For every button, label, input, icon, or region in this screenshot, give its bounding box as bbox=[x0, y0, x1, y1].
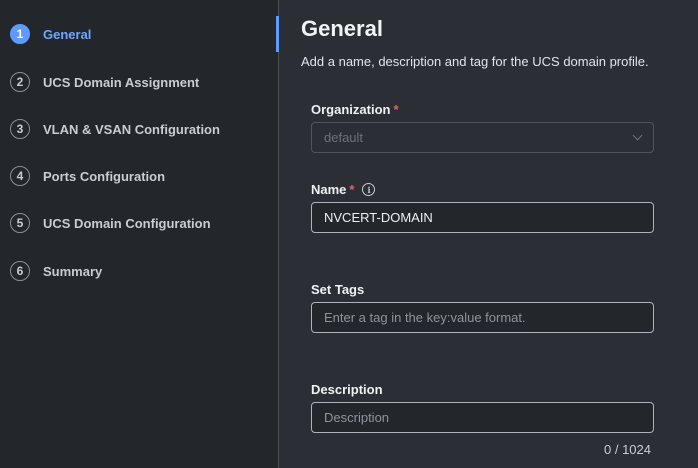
chevron-down-icon bbox=[632, 130, 643, 141]
step-label: UCS Domain Configuration bbox=[43, 215, 211, 231]
organization-select[interactable]: default bbox=[311, 122, 654, 153]
step-ucs-domain-assignment[interactable]: 2 UCS Domain Assignment bbox=[0, 64, 278, 100]
page-subtitle: Add a name, description and tag for the … bbox=[301, 54, 649, 69]
active-step-indicator bbox=[276, 16, 279, 52]
name-field[interactable]: NVCERT-DOMAIN bbox=[311, 202, 654, 233]
step-ports-configuration[interactable]: 4 Ports Configuration bbox=[0, 158, 278, 194]
tags-input[interactable]: Enter a tag in the key:value format. bbox=[311, 302, 654, 333]
step-summary[interactable]: 6 Summary bbox=[0, 253, 278, 289]
step-ucs-domain-configuration[interactable]: 5 UCS Domain Configuration bbox=[0, 205, 278, 241]
step-number: 1 bbox=[10, 24, 30, 44]
step-number: 6 bbox=[10, 261, 30, 281]
set-tags-label: Set Tags bbox=[311, 282, 365, 297]
character-counter: 0 / 1024 bbox=[604, 442, 651, 457]
step-number: 5 bbox=[10, 213, 30, 233]
description-placeholder: Description bbox=[324, 410, 390, 425]
organization-label: Organization * bbox=[311, 102, 399, 117]
organization-label-text: Organization bbox=[311, 102, 391, 117]
name-value: NVCERT-DOMAIN bbox=[324, 210, 433, 225]
organization-value: default bbox=[324, 130, 364, 145]
step-label: General bbox=[43, 26, 92, 42]
step-vlan-vsan-configuration[interactable]: 3 VLAN & VSAN Configuration bbox=[0, 111, 278, 147]
info-icon[interactable]: i bbox=[362, 183, 376, 196]
wizard-sidebar: 1 General 2 UCS Domain Assignment 3 VLAN… bbox=[0, 0, 278, 468]
step-label: Summary bbox=[43, 263, 103, 279]
step-label: UCS Domain Assignment bbox=[43, 74, 200, 90]
page-title: General bbox=[301, 16, 383, 41]
step-number: 3 bbox=[10, 119, 30, 139]
tags-placeholder: Enter a tag in the key:value format. bbox=[324, 310, 526, 325]
step-label: Ports Configuration bbox=[43, 168, 166, 184]
step-number: 2 bbox=[10, 72, 30, 92]
name-label-text: Name bbox=[311, 182, 347, 197]
sidebar-divider bbox=[278, 0, 279, 468]
description-field[interactable]: Description bbox=[311, 402, 654, 433]
description-label: Description bbox=[311, 382, 383, 397]
name-label: Name * i bbox=[311, 182, 376, 197]
required-mark: * bbox=[349, 182, 355, 197]
step-number: 4 bbox=[10, 166, 30, 186]
required-mark: * bbox=[393, 102, 399, 117]
step-general[interactable]: 1 General bbox=[0, 16, 278, 52]
step-label: VLAN & VSAN Configuration bbox=[43, 121, 220, 137]
